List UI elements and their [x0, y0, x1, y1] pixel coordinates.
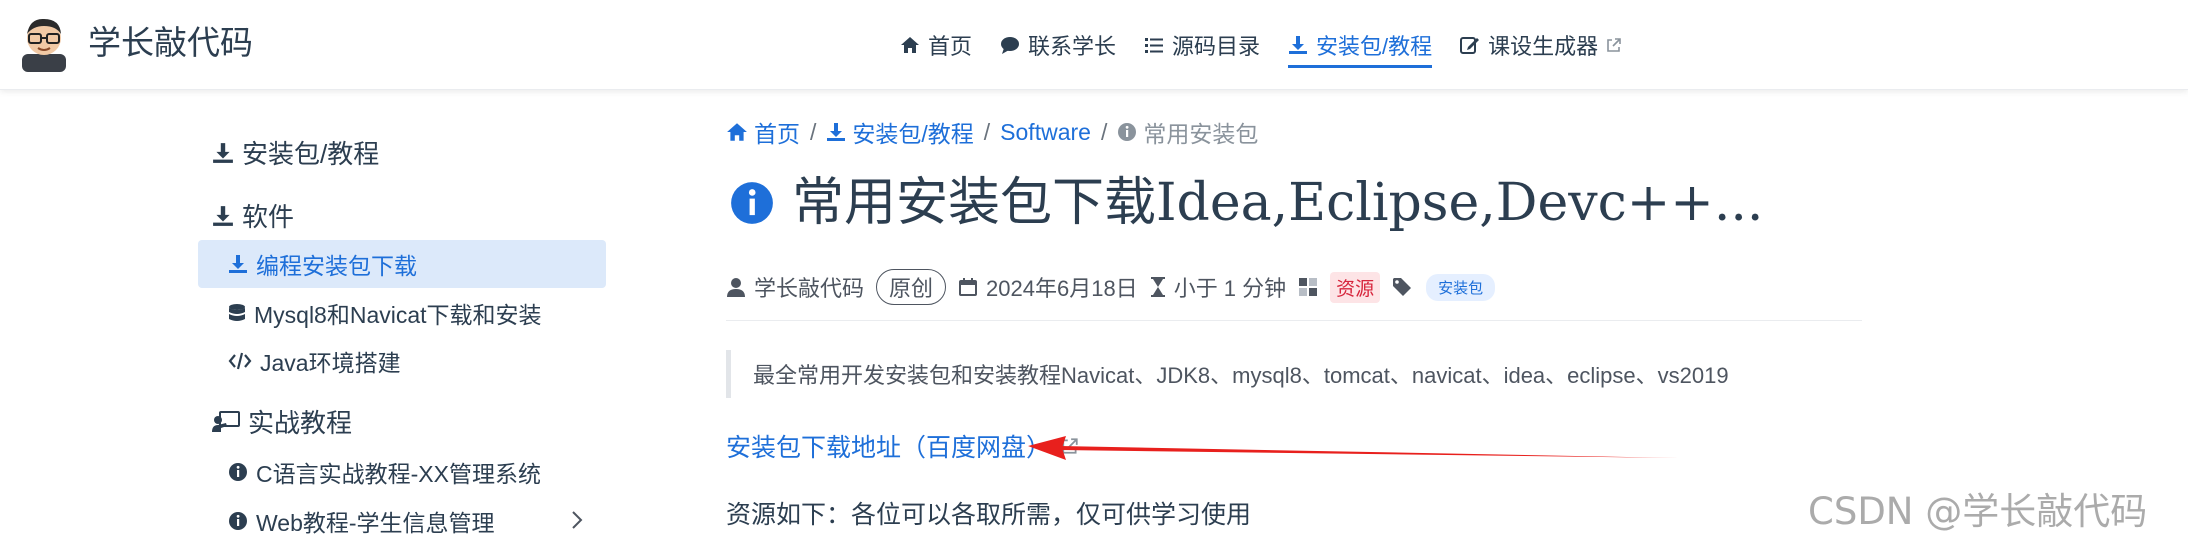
download-icon [826, 122, 846, 142]
sidebar-item-package-download[interactable]: 编程安装包下载 [198, 240, 606, 288]
reading-time: 小于 1 分钟 [1150, 271, 1286, 303]
nav-item-home[interactable]: 首页 [900, 22, 972, 68]
author[interactable]: 学长敲代码 [726, 271, 864, 303]
tag-icon [1392, 277, 1414, 297]
nav-item-label: 安装包/教程 [1316, 34, 1433, 59]
breadcrumb-sub[interactable]: Software [1000, 119, 1091, 146]
sidebar-item-label: Java环境搭建 [260, 350, 401, 376]
download-link[interactable]: 安装包下载地址（百度网盘） [726, 428, 1079, 464]
sidebar-item-label: Web教程-学生信息管理 [256, 510, 495, 536]
page-title-text: 常用安装包下载Idea,Eclipse,Devc++... [792, 173, 1764, 233]
breadcrumb-category[interactable]: 安装包/教程 [826, 115, 974, 149]
sidebar-item-label: 编程安装包下载 [256, 253, 417, 279]
breadcrumb-home[interactable]: 首页 [726, 115, 800, 149]
breadcrumb-separator: / [810, 118, 817, 145]
breadcrumb-current: 常用安装包 [1117, 115, 1258, 149]
resource-text: 资源如下：各位可以各取所需，仅可供学习使用 [726, 501, 1252, 529]
sidebar-item-mysql-navicat[interactable]: Mysql8和Navicat下载和安装 [198, 289, 606, 337]
download-icon [212, 142, 234, 164]
nav-item-contact[interactable]: 联系学长 [1000, 22, 1116, 68]
sidebar-section-label: 安装包/教程 [242, 139, 380, 169]
sidebar-section-packages[interactable]: 安装包/教程 [212, 134, 379, 171]
nav-item-label: 联系学长 [1028, 34, 1117, 59]
nav-item-label: 首页 [928, 34, 973, 59]
download-icon [1288, 35, 1308, 55]
sidebar-section-practice[interactable]: 实战教程 [212, 403, 352, 440]
home-icon [900, 35, 920, 55]
sidebar-item-label: Mysql8和Navicat下载和安装 [254, 302, 542, 328]
hourglass-icon [1150, 277, 1166, 297]
breadcrumb: 首页 / 安装包/教程 / Software / 常用安装包 [726, 114, 1258, 150]
code-icon [228, 351, 252, 371]
site-name[interactable]: 学长敲代码 [88, 20, 253, 66]
nav-item-generator[interactable]: 课设生成器 [1460, 22, 1622, 68]
breadcrumb-home-label: 首页 [754, 121, 800, 147]
publish-date-text: 2024年6月18日 [986, 276, 1138, 301]
category-icon [1298, 277, 1318, 297]
summary-quote: 最全常用开发安装包和安装教程Navicat、JDK8、mysql8、tomcat… [726, 350, 1729, 398]
breadcrumb-current-label: 常用安装包 [1143, 121, 1259, 147]
top-navbar: 学长敲代码 首页 联系学长 源码目录 安装包/教程 课设生成器 [0, 0, 2188, 90]
home-icon [726, 121, 748, 143]
watermark: CSDN @学长敲代码 [1808, 490, 2148, 533]
list-icon [1144, 35, 1164, 55]
sidebar-section-label: 实战教程 [248, 408, 353, 438]
chalkboard-icon [212, 410, 240, 433]
tag-chip[interactable]: 安装包 [1426, 273, 1496, 301]
breadcrumb-separator: / [1100, 118, 1108, 145]
nav-item-label: 课设生成器 [1488, 34, 1599, 59]
sidebar-item-java-env[interactable]: Java环境搭建 [198, 337, 606, 385]
category-badge[interactable]: 资源 [1330, 271, 1381, 303]
info-icon [730, 181, 774, 225]
sidebar-section-software[interactable]: 软件 [212, 197, 294, 234]
original-badge: 原创 [876, 269, 947, 305]
external-link-icon [1606, 37, 1622, 53]
sidebar-section-label: 软件 [242, 202, 295, 232]
chat-icon [1000, 35, 1020, 55]
sidebar-item-label: C语言实战教程-XX管理系统 [256, 461, 541, 487]
download-icon [228, 254, 248, 274]
nav-item-label: 源码目录 [1172, 34, 1261, 59]
calendar-icon [958, 277, 978, 297]
download-link-text: 安装包下载地址（百度网盘） [726, 434, 1052, 462]
breadcrumb-separator: / [983, 118, 991, 145]
info-icon [228, 511, 248, 531]
divider [726, 320, 1862, 321]
nav-item-source-catalog[interactable]: 源码目录 [1144, 22, 1260, 68]
download-icon [212, 205, 234, 227]
info-icon [1117, 122, 1137, 142]
reading-time-text: 小于 1 分钟 [1173, 276, 1287, 301]
edit-icon [1460, 35, 1480, 55]
nav-item-packages[interactable]: 安装包/教程 [1288, 22, 1433, 68]
nav-links: 首页 联系学长 源码目录 安装包/教程 课设生成器 [900, 22, 1622, 68]
publish-date: 2024年6月18日 [958, 271, 1138, 303]
info-icon [228, 462, 248, 482]
article-meta: 学长敲代码 原创 2024年6月18日 小于 1 分钟 资源 安装包 [726, 268, 1496, 306]
database-icon [228, 303, 246, 323]
external-link-icon [1061, 437, 1079, 455]
avatar-logo[interactable] [16, 14, 72, 72]
sidebar-item-c-tutorial[interactable]: C语言实战教程-XX管理系统 [198, 448, 606, 496]
page-title: 常用安装包下载Idea,Eclipse,Devc++... [730, 168, 1763, 238]
breadcrumb-category-label: 安装包/教程 [852, 121, 974, 147]
chevron-right-icon[interactable] [570, 509, 584, 537]
user-icon [726, 277, 746, 297]
sidebar-item-web-tutorial[interactable]: Web教程-学生信息管理 [198, 497, 606, 545]
author-name: 学长敲代码 [754, 276, 865, 301]
